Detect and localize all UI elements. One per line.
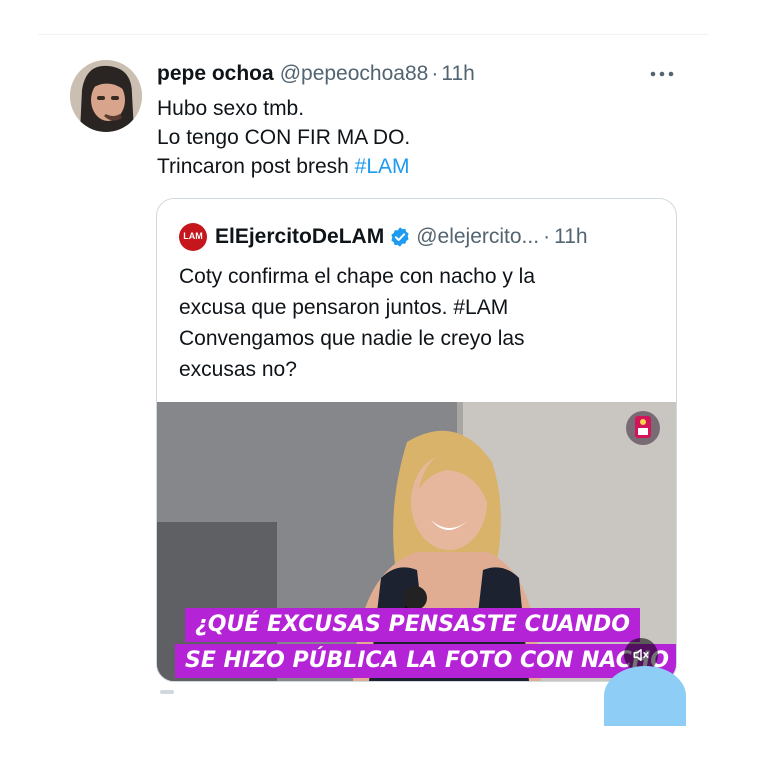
more-horizontal-icon[interactable] <box>648 64 676 84</box>
hashtag-link[interactable]: #LAM <box>355 155 410 178</box>
author-name[interactable]: pepe ochoa <box>157 62 274 86</box>
tweet-text: Hubo sexo tmb. Lo tengo CON FIR MA DO. T… <box>157 94 677 181</box>
action-hint <box>160 690 174 694</box>
quote-text: Coty confirma el chape con nacho y la ex… <box>179 261 659 385</box>
quote-timestamp[interactable]: 11h <box>554 225 587 249</box>
channel-logo-icon <box>625 410 661 446</box>
tweet-line: Trincaron post bresh #LAM <box>157 152 677 181</box>
quote-line: excusas no? <box>179 358 297 381</box>
compose-button[interactable] <box>604 666 686 726</box>
quoted-tweet[interactable]: LAM ElEjercitoDeLAM @elejercito... · 11h… <box>156 198 677 682</box>
video-player[interactable]: ¿QUÉ EXCUSAS PENSASTE CUANDO SE HIZO PÚB… <box>157 402 676 681</box>
quote-author-handle[interactable]: @elejercito... <box>416 225 539 249</box>
timestamp[interactable]: 11h <box>441 62 474 86</box>
quote-header: LAM ElEjercitoDeLAM @elejercito... · 11h <box>179 223 588 251</box>
tweet[interactable]: pepe ochoa @pepeochoa88 · 11h Hubo sexo … <box>0 0 768 768</box>
quote-line: Coty confirma el chape con nacho y la <box>179 265 536 288</box>
quote-avatar[interactable]: LAM <box>179 223 207 251</box>
quote-avatar-text: LAM <box>183 231 203 241</box>
tweet-line-text: Trincaron post bresh <box>157 155 355 178</box>
caption-line-2: SE HIZO PÚBLICA LA FOTO CON NACHO <box>175 644 676 678</box>
tweet-header: pepe ochoa @pepeochoa88 · 11h <box>157 60 475 88</box>
quote-separator: · <box>543 225 551 248</box>
quote-line: excusa que pensaron juntos. #LAM <box>179 296 509 319</box>
quote-author-name[interactable]: ElEjercitoDeLAM <box>215 225 384 249</box>
caption-line-1: ¿QUÉ EXCUSAS PENSASTE CUANDO <box>185 608 641 642</box>
verified-badge-icon <box>389 226 411 248</box>
tweet-line: Lo tengo CON FIR MA DO. <box>157 126 411 149</box>
separator: · <box>431 62 439 85</box>
author-handle[interactable]: @pepeochoa88 <box>280 62 429 86</box>
tweet-line: Hubo sexo tmb. <box>157 97 305 120</box>
quote-line: Convengamos que nadie le creyo las <box>179 327 525 350</box>
avatar[interactable] <box>70 60 142 132</box>
